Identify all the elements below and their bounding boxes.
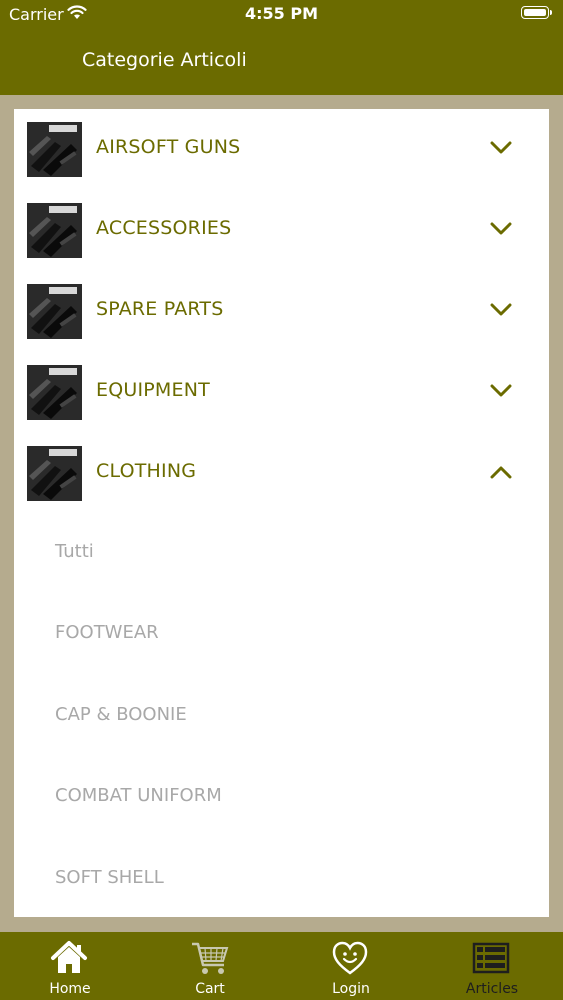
cart-icon — [190, 940, 230, 980]
category-label: CLOTHING — [96, 460, 197, 482]
subcategory-row-soft-shell[interactable]: SOFT SHELL — [14, 840, 549, 921]
category-thumbnail — [27, 122, 82, 177]
subcategory-label: COMBAT UNIFORM — [55, 785, 222, 806]
category-thumbnail — [27, 365, 82, 420]
subcategory-row-tutti[interactable]: Tutti — [14, 514, 549, 595]
category-label: SPARE PARTS — [96, 298, 224, 320]
category-thumbnail — [27, 446, 82, 501]
category-row-spare-parts[interactable]: SPARE PARTS — [14, 271, 549, 352]
category-thumbnail — [27, 284, 82, 339]
category-list: AIRSOFT GUNS ACCESSORIES SPARE PARTS EQU… — [14, 109, 549, 917]
category-label: ACCESSORIES — [96, 217, 232, 239]
battery-icon — [521, 6, 552, 19]
tab-label: Home — [49, 981, 91, 997]
home-icon — [50, 940, 88, 980]
tab-label: Cart — [195, 981, 225, 997]
list-icon — [472, 940, 510, 980]
subcategory-label: SOFT SHELL — [55, 867, 164, 888]
category-thumbnail — [27, 203, 82, 258]
category-row-accessories[interactable]: ACCESSORIES — [14, 190, 549, 271]
subcategory-label: CAP & BOONIE — [55, 704, 187, 725]
tab-label: Login — [332, 981, 370, 997]
tab-bar: Home Cart Login Articles — [0, 932, 563, 1000]
category-row-airsoft-guns[interactable]: AIRSOFT GUNS — [14, 109, 549, 190]
tab-articles[interactable]: Articles — [422, 932, 562, 1000]
clock: 4:55 PM — [244, 4, 318, 23]
tab-cart[interactable]: Cart — [140, 932, 280, 1000]
subcategory-label: Tutti — [55, 541, 94, 562]
tab-home[interactable]: Home — [0, 932, 140, 1000]
category-row-equipment[interactable]: EQUIPMENT — [14, 352, 549, 433]
tab-login[interactable]: Login — [281, 932, 421, 1000]
subcategory-label: FOOTWEAR — [55, 622, 159, 643]
tab-label: Articles — [465, 981, 519, 997]
chevron-up-icon[interactable] — [490, 464, 512, 483]
page-title: Categorie Articoli — [82, 49, 247, 71]
subcategory-row-combat-uniform[interactable]: COMBAT UNIFORM — [14, 758, 549, 839]
status-bar: Carrier 4:55 PM — [0, 0, 563, 30]
header: Carrier 4:55 PM Categorie Articoli — [0, 0, 563, 95]
chevron-down-icon[interactable] — [490, 140, 512, 159]
heart-smile-icon — [331, 940, 369, 980]
chevron-down-icon[interactable] — [490, 221, 512, 240]
subcategory-row-footwear[interactable]: FOOTWEAR — [14, 595, 549, 676]
chevron-down-icon[interactable] — [490, 302, 512, 321]
category-row-clothing[interactable]: CLOTHING — [14, 433, 549, 514]
chevron-down-icon[interactable] — [490, 383, 512, 402]
category-label: EQUIPMENT — [96, 379, 210, 401]
category-label: AIRSOFT GUNS — [96, 136, 241, 158]
subcategory-row-cap-boonie[interactable]: CAP & BOONIE — [14, 677, 549, 758]
